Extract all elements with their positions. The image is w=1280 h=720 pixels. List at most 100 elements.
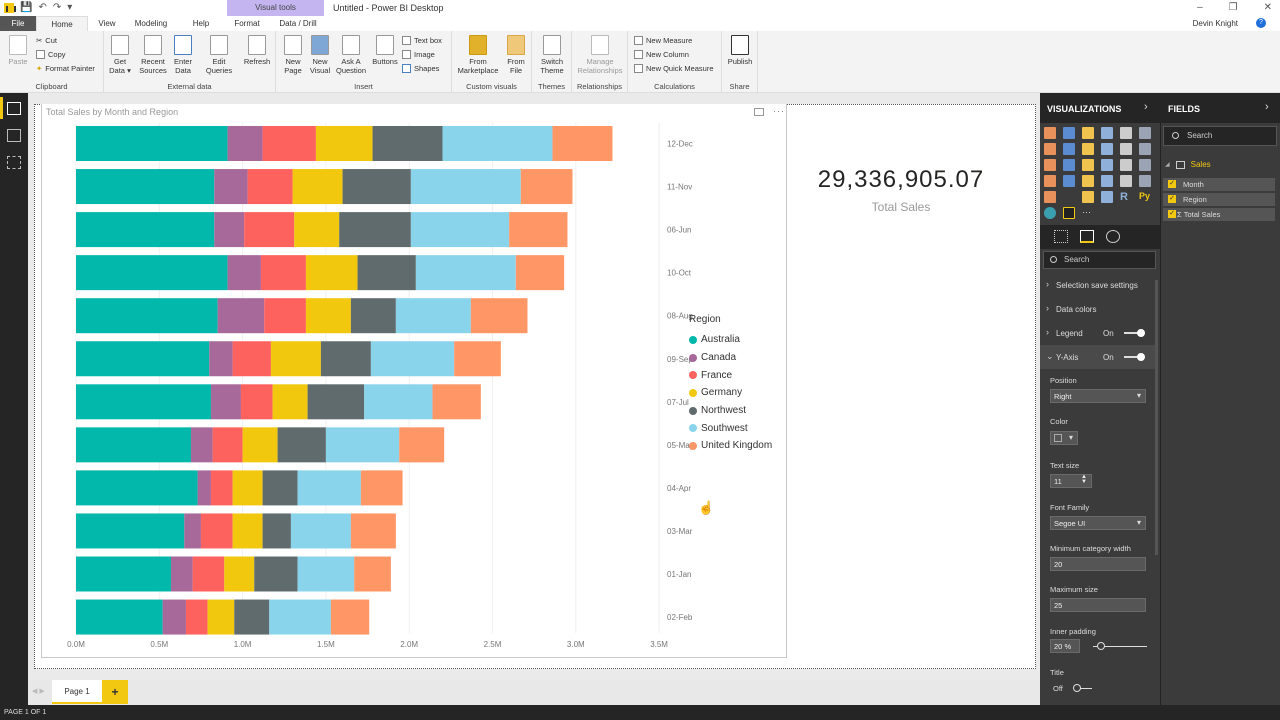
visual-type-icon[interactable] (1101, 175, 1113, 187)
new-measure-button[interactable]: New Measure (634, 36, 692, 45)
python-visual-icon[interactable]: Py (1139, 191, 1151, 203)
max-size-input[interactable]: 25 (1050, 598, 1146, 612)
legend-toggle[interactable] (1124, 329, 1145, 337)
visual-type-icon[interactable] (1101, 191, 1113, 203)
tab-help[interactable]: Help (186, 16, 216, 31)
more-options-icon[interactable]: ··· (773, 106, 785, 116)
data-view-icon[interactable] (7, 129, 21, 142)
redo-icon[interactable]: ↷ (53, 2, 61, 13)
tab-view[interactable]: View (92, 16, 122, 31)
tab-home[interactable]: Home (36, 16, 88, 31)
visual-type-icon[interactable] (1063, 143, 1075, 155)
visual-type-icon[interactable] (1063, 127, 1075, 139)
visual-type-icon[interactable] (1120, 175, 1132, 187)
checkbox-checked-icon[interactable]: ✓ (1168, 210, 1176, 218)
inner-padding-input[interactable]: 20 % (1050, 639, 1080, 653)
help-icon[interactable]: ? (1256, 18, 1266, 28)
section-selection-save-settings[interactable]: › Selection save settings (1040, 273, 1156, 297)
tab-format[interactable]: Format (227, 16, 267, 31)
ask-question-button[interactable]: Ask A Question (334, 35, 368, 75)
visual-type-icon[interactable] (1120, 159, 1132, 171)
paste-button[interactable]: Paste (6, 35, 30, 66)
get-data-button[interactable]: Get Data ▾ (108, 35, 132, 75)
globe-map-icon[interactable] (1044, 207, 1056, 219)
format-search-input[interactable]: Search (1043, 251, 1156, 269)
field-month[interactable]: ✓ Month (1163, 178, 1275, 191)
r-script-visual-icon[interactable]: R (1120, 191, 1132, 203)
text-size-stepper[interactable]: 11 ▲ ▼ (1050, 474, 1092, 488)
restore-icon[interactable]: ❐ (1229, 2, 1238, 13)
new-page-button[interactable]: New Page (280, 35, 306, 75)
buttons-button[interactable]: Buttons (370, 35, 400, 66)
checkbox-checked-icon[interactable]: ✓ (1168, 195, 1176, 203)
text-box-button[interactable]: Text box (402, 36, 442, 45)
position-dropdown[interactable]: Right (1050, 389, 1146, 403)
legend-item[interactable]: Southwest (689, 419, 772, 437)
visual-type-icon[interactable] (1063, 191, 1075, 203)
tab-data-drill[interactable]: Data / Drill (272, 16, 324, 31)
recent-sources-button[interactable]: Recent Sources (136, 35, 170, 75)
visual-type-icon[interactable] (1101, 143, 1113, 155)
cut-button[interactable]: ✂ Cut (36, 36, 57, 45)
relationships-view-icon[interactable] (7, 156, 21, 169)
visual-type-icon[interactable] (1139, 159, 1151, 171)
font-family-dropdown[interactable]: Segoe UI (1050, 516, 1146, 530)
new-column-button[interactable]: New Column (634, 50, 689, 59)
title-toggle-knob[interactable] (1073, 684, 1081, 692)
signed-in-user[interactable]: Devin Knight (1193, 19, 1238, 28)
visual-type-icon[interactable] (1139, 175, 1151, 187)
collapse-visualizations-icon[interactable]: › (1144, 101, 1148, 113)
copy-button[interactable]: Copy (36, 50, 66, 59)
add-page-button[interactable]: + (102, 680, 128, 704)
field-region[interactable]: ✓ Region (1163, 193, 1275, 206)
page-tab-1[interactable]: Page 1 (52, 680, 102, 704)
minimize-icon[interactable]: – (1197, 2, 1203, 13)
legend-item[interactable]: Canada (689, 349, 772, 367)
visual-type-icon[interactable] (1063, 175, 1075, 187)
visual-type-icon[interactable] (1082, 127, 1094, 139)
expand-triangle-icon[interactable]: ◢ (1165, 161, 1170, 168)
visual-type-icon[interactable] (1082, 159, 1094, 171)
visual-type-icon[interactable] (1063, 159, 1075, 171)
field-total-sales[interactable]: ✓ Σ Total Sales (1163, 208, 1275, 221)
more-visuals-icon[interactable]: ··· (1082, 207, 1094, 219)
visual-type-icon[interactable] (1139, 127, 1151, 139)
format-paint-roller-icon[interactable] (1080, 230, 1094, 243)
tab-modeling[interactable]: Modeling (128, 16, 174, 31)
min-category-width-input[interactable]: 20 (1050, 557, 1146, 571)
undo-icon[interactable]: ↶ (38, 2, 46, 13)
focus-mode-icon[interactable] (754, 108, 764, 116)
visual-type-icon[interactable] (1101, 159, 1113, 171)
report-view-icon[interactable] (7, 102, 21, 115)
selected-stacked-bar-icon[interactable] (1063, 207, 1075, 219)
visual-type-icon[interactable] (1044, 127, 1056, 139)
tab-file[interactable]: File (0, 16, 36, 31)
visual-type-icon[interactable] (1101, 127, 1113, 139)
visual-type-icon[interactable] (1044, 143, 1056, 155)
legend-item[interactable]: Australia (689, 331, 772, 349)
customize-dropdown-icon[interactable]: ▾ (67, 2, 72, 13)
section-data-colors[interactable]: › Data colors (1040, 297, 1156, 321)
edit-queries-button[interactable]: Edit Queries (202, 35, 236, 75)
visual-type-icon[interactable] (1120, 143, 1132, 155)
new-visual-button[interactable]: New Visual (308, 35, 332, 75)
visual-type-icon[interactable] (1044, 175, 1056, 187)
from-marketplace-button[interactable]: From Marketplace (456, 35, 500, 75)
visual-type-icon[interactable] (1082, 143, 1094, 155)
visual-type-icon[interactable] (1082, 191, 1094, 203)
shapes-button[interactable]: Shapes (402, 64, 439, 73)
fields-search-input[interactable]: Search (1163, 126, 1277, 146)
color-picker[interactable] (1050, 431, 1078, 445)
viz-pane-scrollbar[interactable] (1155, 280, 1158, 555)
page-scroll-arrows[interactable]: ◀ ▶ (32, 687, 45, 695)
visual-type-icon[interactable] (1082, 175, 1094, 187)
stepper-arrows-icon[interactable]: ▲ ▼ (1081, 474, 1087, 485)
fields-tab-icon[interactable] (1054, 230, 1068, 243)
legend-item[interactable]: France (689, 366, 772, 384)
manage-relationships-button[interactable]: Manage Relationships (574, 35, 626, 75)
save-icon[interactable]: 💾 (20, 2, 32, 13)
close-icon[interactable]: ✕ (1264, 2, 1272, 13)
table-sales[interactable]: ◢ Sales (1165, 160, 1211, 169)
from-file-button[interactable]: From File (504, 35, 528, 75)
section-y-axis[interactable]: ⌄ Y-Axis On (1040, 345, 1156, 369)
